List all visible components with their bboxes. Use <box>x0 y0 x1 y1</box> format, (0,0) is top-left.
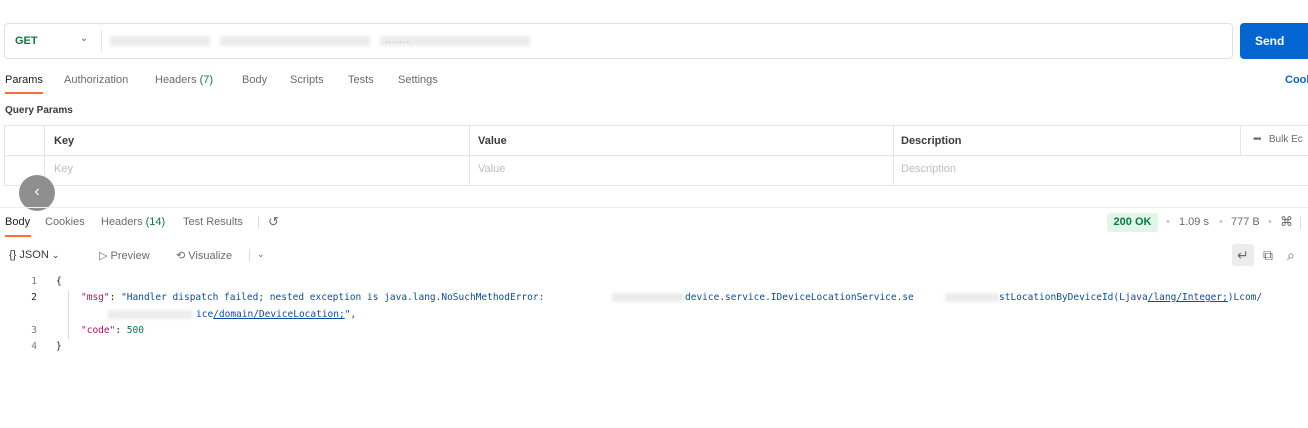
response-headers-count: (14) <box>145 216 166 228</box>
column-header-value: Value <box>478 135 507 147</box>
response-tab-body[interactable]: Body <box>5 216 30 228</box>
table-border <box>1240 125 1241 155</box>
table-border <box>4 125 1308 126</box>
preview-button[interactable]: ▷ Preview <box>99 249 150 262</box>
chevron-down-icon[interactable]: ⌄ <box>80 33 88 44</box>
visualize-icon: ⟲ <box>176 250 186 262</box>
url-bar[interactable]: GET ⌄ ....... <box>4 23 1233 59</box>
tab-settings[interactable]: Settings <box>398 74 438 86</box>
value-input[interactable]: Value <box>478 163 505 175</box>
redacted-url-part <box>220 36 370 46</box>
redacted-text <box>108 310 192 319</box>
line-number: 4 <box>31 341 37 352</box>
chevron-down-icon[interactable]: ⌄ <box>257 249 265 260</box>
table-border <box>4 125 5 186</box>
pane-divider[interactable] <box>0 207 1308 208</box>
json-line-code: "code": 500 <box>81 325 144 336</box>
search-icon[interactable]: ⌕ <box>1287 247 1295 264</box>
status-badge[interactable]: 200 OK <box>1107 213 1158 232</box>
send-button[interactable]: Send <box>1240 23 1308 59</box>
visualize-button[interactable]: ⟲ Visualize <box>176 249 232 262</box>
json-value-code: 500 <box>126 325 144 336</box>
separator-dot: • <box>1219 216 1223 228</box>
table-border <box>4 185 1308 186</box>
response-tab-headers-label: Headers <box>101 216 143 228</box>
divider <box>258 216 259 229</box>
table-border <box>4 155 1308 156</box>
tab-headers-label: Headers <box>155 74 197 86</box>
format-select[interactable]: {} JSON ⌄ <box>9 249 59 261</box>
wrap-lines-icon[interactable]: ↵ <box>1237 247 1249 264</box>
json-open-brace: { <box>56 276 62 287</box>
chevron-down-icon: ⌄ <box>51 250 60 260</box>
json-close-brace: } <box>56 341 62 352</box>
tab-tests[interactable]: Tests <box>348 74 374 86</box>
table-border <box>893 125 894 186</box>
history-icon[interactable]: ↺ <box>268 214 279 230</box>
tab-scripts[interactable]: Scripts <box>290 74 324 86</box>
redacted-url-part <box>110 36 210 46</box>
json-msg-part1: "Handler dispatch failed; nested excepti… <box>121 292 551 303</box>
bulk-edit-button[interactable]: ••• Bulk Ec <box>1253 134 1303 145</box>
active-tab-indicator <box>5 92 43 94</box>
json-msg-part3: stLocationByDeviceId(Ljava <box>999 292 1148 303</box>
column-header-description: Description <box>901 135 962 147</box>
response-tab-test-results[interactable]: Test Results <box>183 216 243 228</box>
divider <box>249 249 250 262</box>
line-number: 3 <box>31 325 37 336</box>
tab-headers[interactable]: Headers (7) <box>155 74 213 86</box>
active-response-tab-indicator <box>5 235 31 237</box>
line-number: 2 <box>31 292 37 303</box>
tab-params[interactable]: Params <box>5 74 43 86</box>
preview-play-icon: ▷ <box>99 250 108 262</box>
format-label: JSON <box>19 249 49 261</box>
redacted-text <box>612 293 684 302</box>
separator-dot: • <box>1166 216 1170 228</box>
separator-dot: • <box>1268 216 1272 228</box>
more-icon: ••• <box>1253 134 1261 145</box>
json-msg-cont-end: ", <box>344 309 357 320</box>
query-params-label: Query Params <box>5 105 73 116</box>
response-tab-cookies[interactable]: Cookies <box>45 216 85 228</box>
json-line-msg-cont: ice/domain/DeviceLocation;", <box>196 309 356 320</box>
json-link-integer[interactable]: /lang/Integer; <box>1148 292 1228 303</box>
json-msg-part2: device.service.IDeviceLocationService.se <box>685 292 914 303</box>
json-link-device-location[interactable]: /domain/DeviceLocation; <box>213 309 345 320</box>
response-tab-headers[interactable]: Headers (14) <box>101 216 165 228</box>
tab-body[interactable]: Body <box>242 74 267 86</box>
method-select[interactable]: GET <box>15 35 38 47</box>
preview-label: Preview <box>110 250 150 262</box>
braces-icon: {} <box>9 249 17 261</box>
json-line-msg-end: stLocationByDeviceId(Ljava/lang/Integer;… <box>999 292 1262 303</box>
chevron-left-icon: ‹ <box>34 183 40 200</box>
indent-guide <box>68 291 69 339</box>
headers-count: (7) <box>199 74 214 86</box>
response-size[interactable]: 777 B <box>1231 216 1260 228</box>
column-header-key: Key <box>54 135 75 147</box>
json-msg-part4: )Lcom/ <box>1227 292 1263 303</box>
bulk-edit-label: Bulk Ec <box>1268 134 1303 145</box>
url-input[interactable]: ....... <box>385 34 410 46</box>
response-time[interactable]: 1.09 s <box>1179 216 1209 228</box>
json-key-msg: "msg" <box>81 292 110 303</box>
cookies-link[interactable]: Cool <box>1285 74 1308 86</box>
method-divider <box>101 30 102 52</box>
json-msg-cont: ice <box>196 309 214 320</box>
line-number: 1 <box>31 276 37 287</box>
copy-icon[interactable]: ⧉ <box>1263 247 1273 264</box>
divider <box>1300 216 1301 229</box>
redacted-text <box>945 293 999 302</box>
table-border <box>469 125 470 186</box>
json-line-msg: "msg": "Handler dispatch failed; nested … <box>81 292 551 303</box>
tab-authorization[interactable]: Authorization <box>64 74 128 86</box>
collapse-button[interactable]: ‹ <box>19 175 55 211</box>
key-input[interactable]: Key <box>54 163 73 175</box>
globe-icon[interactable]: ⌘ <box>1280 214 1293 230</box>
description-input[interactable]: Description <box>901 163 956 175</box>
visualize-label: Visualize <box>188 250 233 262</box>
json-key-code: "code" <box>81 325 116 336</box>
